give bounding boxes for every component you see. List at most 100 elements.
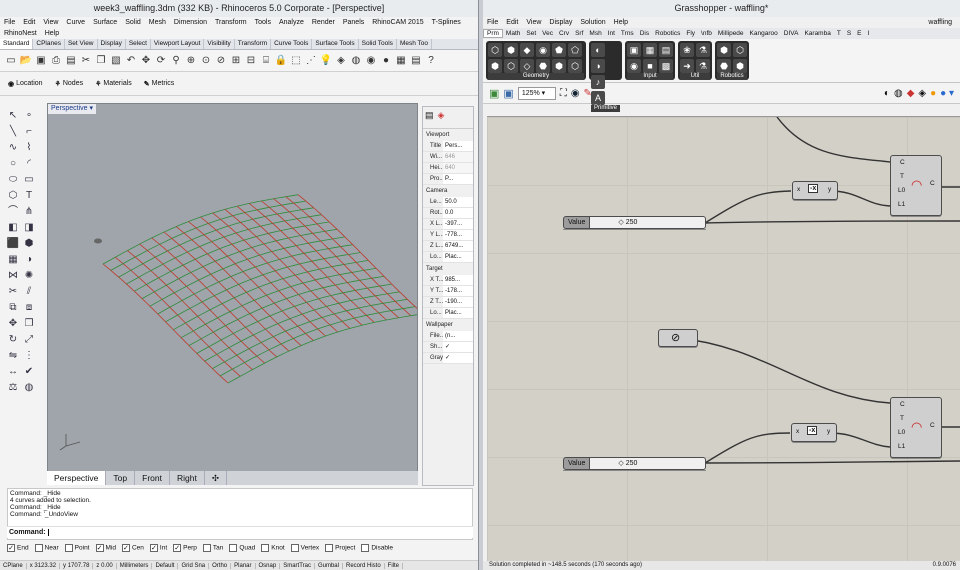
property-row[interactable]: X L... -397...: [423, 219, 473, 230]
arc-component[interactable]: C T L0 L1 ◠ C: [890, 397, 942, 458]
move-icon[interactable]: ✥: [5, 316, 21, 332]
property-row[interactable]: Y T... -178...: [423, 286, 473, 297]
property-row[interactable]: Rot... 0.0: [423, 208, 473, 219]
gh-canvas[interactable]: Value ◇ 250 Value ◇ 250 x -x y x -x y C …: [487, 116, 960, 562]
open-file-icon[interactable]: 📂: [19, 54, 33, 68]
save-icon[interactable]: ▣: [34, 54, 48, 68]
lightbulb-icon[interactable]: 💡: [319, 54, 333, 68]
explode-icon[interactable]: ✺: [21, 268, 37, 284]
gh-menu-display[interactable]: Display: [545, 19, 576, 26]
component-icon[interactable]: ▤: [659, 43, 673, 57]
perspective-viewport[interactable]: Perspective ▾: [47, 103, 418, 484]
mirror-icon[interactable]: ⇋: [5, 348, 21, 364]
undo-icon[interactable]: ↶: [124, 54, 138, 68]
gh-doc-name[interactable]: waffling: [924, 17, 956, 28]
property-value[interactable]: Plac...: [443, 252, 473, 262]
osnap-perp[interactable]: ✓ Perp: [173, 544, 197, 552]
checkbox[interactable]: ✓: [149, 544, 158, 552]
gh-tab[interactable]: Trns: [618, 30, 637, 37]
command-prompt[interactable]: Command:: [7, 526, 473, 538]
property-row[interactable]: Y L... -778...: [423, 230, 473, 241]
gh-tab[interactable]: DIVA: [781, 30, 802, 37]
property-row[interactable]: Z L... 6749...: [423, 241, 473, 252]
component-icon[interactable]: ◑: [591, 59, 605, 73]
properties-icon[interactable]: ▤: [409, 54, 423, 68]
menu-analyze[interactable]: Analyze: [275, 19, 308, 26]
osnap-disable[interactable]: Disable: [361, 544, 393, 552]
osnap-int[interactable]: ✓ Int: [149, 544, 167, 552]
property-row[interactable]: Lo... Plac...: [423, 252, 473, 263]
menu-render[interactable]: Render: [308, 19, 339, 26]
checkbox[interactable]: [202, 544, 211, 552]
checkbox[interactable]: [361, 544, 370, 552]
status-item[interactable]: SmartTrac: [280, 563, 315, 569]
osnap-project[interactable]: Project: [325, 544, 355, 552]
component-icon[interactable]: ⚗: [696, 59, 710, 73]
property-value[interactable]: Pers...: [443, 141, 473, 151]
gh-tab[interactable]: Int: [605, 30, 618, 37]
ungroup-icon[interactable]: ⧈: [21, 300, 37, 316]
checkbox[interactable]: ✓: [121, 544, 130, 552]
component-icon[interactable]: A: [591, 91, 605, 105]
osnap-near[interactable]: Near: [34, 544, 59, 552]
status-item[interactable]: Grid Sna: [178, 563, 210, 569]
gh-tab[interactable]: Vec: [539, 30, 556, 37]
preview-wire-icon[interactable]: ◐: [884, 88, 890, 99]
status-item[interactable]: Millimeters: [116, 563, 153, 569]
tab-transform[interactable]: Transform: [235, 39, 272, 49]
component-icon[interactable]: ⬢: [488, 59, 502, 73]
property-row[interactable]: File...(n...: [423, 331, 473, 342]
arc-input-t[interactable]: T: [900, 173, 904, 180]
checkbox[interactable]: [261, 544, 270, 552]
layer-icon[interactable]: ◈: [334, 54, 348, 68]
color-icon[interactable]: ●: [930, 88, 936, 99]
menu-dimension[interactable]: Dimension: [170, 19, 211, 26]
tab-select[interactable]: Select: [126, 39, 151, 49]
panel-metrics[interactable]: ✎ Metrics: [144, 80, 174, 88]
status-item[interactable]: Ortho: [209, 563, 232, 569]
ribbon-group-title[interactable]: Geometry: [488, 73, 584, 80]
property-value[interactable]: -178...: [443, 286, 473, 296]
rotate-icon[interactable]: ↻: [5, 332, 21, 348]
point-icon[interactable]: ∘: [21, 108, 37, 124]
help-icon[interactable]: ?: [424, 54, 438, 68]
osnap-mid[interactable]: ✓ Mid: [95, 544, 116, 552]
expr-output-y[interactable]: y: [827, 428, 830, 435]
checkbox[interactable]: ✓: [173, 544, 182, 552]
slider-track[interactable]: ◇ 250: [590, 457, 707, 470]
circle-icon[interactable]: ○: [5, 156, 21, 172]
component-icon[interactable]: ◇: [520, 59, 534, 73]
gh-tab[interactable]: Millipede: [715, 30, 747, 37]
gh-tab[interactable]: Prm: [483, 29, 503, 38]
status-item[interactable]: Osnap: [255, 563, 281, 569]
print-icon[interactable]: ⎙: [49, 54, 63, 68]
gh-menu-file[interactable]: File: [483, 19, 502, 26]
ribbon-group-title[interactable]: Primitive: [591, 105, 620, 112]
menu-rhinocam[interactable]: RhinoCAM 2015: [368, 19, 427, 26]
rotate-view-icon[interactable]: ⟳: [154, 54, 168, 68]
copy-obj-icon[interactable]: ❐: [21, 316, 37, 332]
display-sphere-icon[interactable]: ● ▾: [940, 88, 954, 99]
component-icon[interactable]: ⬢: [717, 43, 731, 57]
zoom-select[interactable]: 125% ▾: [517, 86, 556, 100]
arc-input-l1[interactable]: L1: [898, 443, 905, 450]
property-row[interactable]: Wi... 646: [423, 152, 473, 163]
status-item[interactable]: Default: [152, 563, 179, 569]
fillet-icon[interactable]: ⌒: [5, 204, 21, 220]
boolean-icon[interactable]: ◑: [21, 252, 37, 268]
gh-tab[interactable]: Crv: [556, 30, 572, 37]
curve-icon[interactable]: ∿: [5, 140, 21, 156]
copy-icon[interactable]: ❐: [94, 54, 108, 68]
status-item[interactable]: Gumbal: [314, 563, 343, 569]
text-icon[interactable]: T: [21, 188, 37, 204]
ellipse-icon[interactable]: ⬭: [5, 172, 21, 188]
properties-icon-tab[interactable]: ▤: [425, 110, 434, 125]
property-value[interactable]: Plac...: [443, 308, 473, 318]
gh-tab[interactable]: Math: [503, 30, 523, 37]
checkbox[interactable]: [64, 544, 73, 552]
points-icon[interactable]: ⋰: [304, 54, 318, 68]
arc-input-l0[interactable]: L0: [898, 187, 905, 194]
polygon-icon[interactable]: ⬡: [5, 188, 21, 204]
gh-tab[interactable]: Kangaroo: [747, 30, 781, 37]
tab-standard[interactable]: Standard: [0, 39, 34, 49]
